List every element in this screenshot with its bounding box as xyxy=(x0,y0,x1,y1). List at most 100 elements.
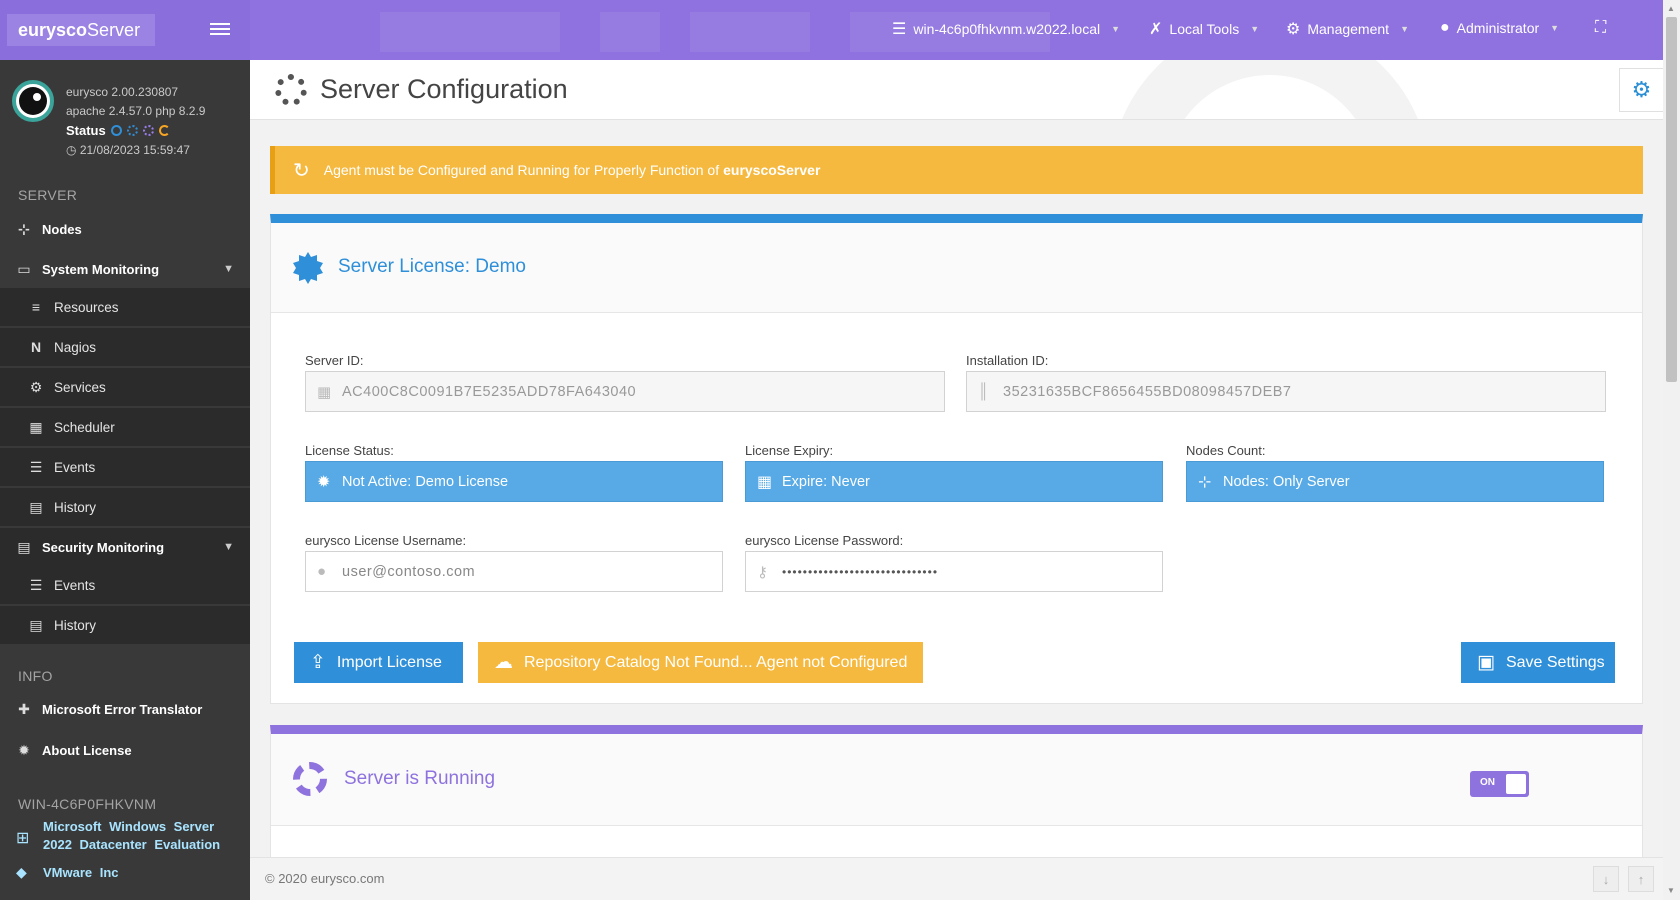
scroll-up-button[interactable]: ↑ xyxy=(1628,866,1654,892)
scroll-up-arrow-icon[interactable]: ▲ xyxy=(1667,4,1675,13)
list-icon: ☰ xyxy=(29,576,43,593)
vendor-info: VMware Inc xyxy=(43,865,119,880)
refresh-icon: ↻ xyxy=(293,159,310,182)
agent-alert: ↻ Agent must be Configured and Running f… xyxy=(270,146,1643,194)
import-license-button[interactable]: ⇪ Import License xyxy=(294,642,463,683)
navbar-decoration xyxy=(690,12,810,52)
barcode-icon: ║ xyxy=(978,383,990,400)
navbar-decoration xyxy=(380,12,560,52)
calendar-icon: ▦ xyxy=(29,418,43,435)
save-settings-button[interactable]: ▣ Save Settings xyxy=(1461,642,1615,683)
installation-id-label: Installation ID: xyxy=(966,353,1049,368)
server-running-toggle[interactable]: ON xyxy=(1470,771,1529,797)
administrator-dropdown[interactable]: ● Administrator ▼ xyxy=(1440,19,1559,37)
host-dropdown[interactable]: ☰ win-4c6p0fhkvnm.w2022.local ▼ xyxy=(892,19,1120,39)
toggle-label: ON xyxy=(1480,777,1495,788)
server-id-label: Server ID: xyxy=(305,353,364,368)
management-dropdown[interactable]: ⚙ Management ▼ xyxy=(1286,19,1409,39)
status-label: Status xyxy=(66,123,106,138)
gear-icon: ⚙ xyxy=(1631,77,1652,102)
save-icon: ▣ xyxy=(1477,652,1495,673)
caret-down-icon: ▼ xyxy=(1250,24,1260,34)
sitemap-icon: ⊹ xyxy=(1198,474,1212,491)
server-section-heading: SERVER xyxy=(18,187,78,203)
sidebar-item-nodes[interactable]: ⊹ Nodes xyxy=(0,210,250,248)
chevron-down-icon: ▼ xyxy=(223,541,234,553)
scroll-down-arrow-icon[interactable]: ▼ xyxy=(1667,886,1675,895)
sidebar-item-events[interactable]: ☰ Events xyxy=(0,448,250,486)
fullscreen-icon: ⛶ xyxy=(1595,19,1607,36)
running-panel-header: Server is Running ON xyxy=(271,734,1642,826)
clipboard-plus-icon: ✚ xyxy=(18,700,30,717)
license-panel-header: Server License: Demo xyxy=(271,223,1642,313)
user-icon: ● xyxy=(317,563,327,580)
calendar-icon: ▦ xyxy=(757,474,773,491)
sidebar: euryscoServer eurysco 2.00.230807 apache… xyxy=(0,0,250,900)
book-icon: ▤ xyxy=(29,498,43,515)
sidebar-item-nagios[interactable]: N Nagios xyxy=(0,328,250,366)
fullscreen-button[interactable]: ⛶ xyxy=(1595,19,1606,37)
status-target-icon[interactable] xyxy=(110,125,122,136)
page-scrollbar[interactable]: ▲ ▼ xyxy=(1663,0,1680,900)
running-panel-title: Server is Running xyxy=(344,768,496,789)
brand-bar: euryscoServer xyxy=(0,0,250,60)
caret-down-icon: ▼ xyxy=(1400,24,1409,34)
sidebar-item-services[interactable]: ⚙ Services xyxy=(0,368,250,406)
nagios-icon: N xyxy=(30,339,42,355)
local-tools-dropdown[interactable]: ✗ Local Tools ▼ xyxy=(1149,19,1259,39)
license-status-label: License Status: xyxy=(305,443,394,458)
sidebar-item-security-history[interactable]: ▤ History xyxy=(0,606,250,644)
book-icon: ▤ xyxy=(29,616,43,633)
gears-icon: ⚙ xyxy=(1286,21,1301,38)
sidebar-item-resources[interactable]: ≡ Resources xyxy=(0,288,250,326)
tag-icon: ◆ xyxy=(16,864,27,880)
stack-text: apache 2.4.57.0 php 8.2.9 xyxy=(66,104,206,118)
sidebar-item-scheduler[interactable]: ▦ Scheduler xyxy=(0,408,250,446)
scroll-down-button[interactable]: ↓ xyxy=(1593,866,1619,892)
settings-gear-button[interactable]: ⚙ xyxy=(1619,68,1663,112)
status-ring-icon[interactable] xyxy=(126,125,138,136)
sidebar-item-error-translator[interactable]: ✚ Microsoft Error Translator xyxy=(0,690,250,728)
status-row: Status xyxy=(66,123,170,138)
server-icon: ☰ xyxy=(892,21,907,38)
qrcode-icon: ▦ xyxy=(317,384,332,401)
caret-down-icon: ▼ xyxy=(1550,23,1560,33)
scrollbar-thumb[interactable] xyxy=(1666,17,1677,382)
datetime-text: ◷ 21/08/2023 15:59:47 xyxy=(66,143,190,157)
certificate-badge-icon xyxy=(293,252,323,284)
hamburger-menu-icon[interactable] xyxy=(210,20,230,38)
brand-logo[interactable]: euryscoServer xyxy=(7,14,155,46)
sidebar-item-security-monitoring[interactable]: ▤ Security Monitoring ▼ xyxy=(0,528,250,566)
windows-icon: ⊞ xyxy=(16,830,30,847)
list-icon: ☰ xyxy=(29,458,43,475)
password-input[interactable]: ⚷ •••••••••••••••••••••••••••••• xyxy=(745,551,1163,592)
monitor-icon: ▭ xyxy=(17,260,31,277)
os-info: Microsoft Windows Server 2022 Datacenter … xyxy=(43,819,221,852)
sidebar-item-system-monitoring[interactable]: ▭ System Monitoring ▼ xyxy=(0,250,250,288)
gear-icon: ⚙ xyxy=(29,378,43,395)
status-dots-icon[interactable] xyxy=(142,125,154,136)
table-icon: ▤ xyxy=(17,538,31,555)
badge-icon: ✹ xyxy=(18,741,30,758)
server-stack-icon: ≡ xyxy=(31,299,41,315)
server-license-panel: Server License: Demo Server ID: ▦ AC400C8… xyxy=(270,214,1643,704)
sidebar-item-history[interactable]: ▤ History xyxy=(0,488,250,526)
clock-icon: ◷ xyxy=(66,143,80,157)
sidebar-item-security-events[interactable]: ☰ Events xyxy=(0,566,250,604)
repository-catalog-button[interactable]: ☁ Repository Catalog Not Found... Agent n… xyxy=(478,642,923,683)
arrow-up-icon: ↑ xyxy=(1637,871,1645,887)
spinner-icon xyxy=(275,74,307,106)
server-profile: eurysco 2.00.230807 apache 2.4.57.0 php … xyxy=(0,60,250,175)
username-input[interactable]: ● user@contoso.com xyxy=(305,551,723,592)
chevron-down-icon: ▼ xyxy=(223,263,234,275)
header-decoration xyxy=(1110,60,1430,119)
sidebar-item-about-license[interactable]: ✹ About License xyxy=(0,731,250,769)
status-refresh-icon[interactable] xyxy=(158,125,170,136)
license-expiry-field: ▦ Expire: Never xyxy=(745,461,1163,502)
host-section-heading: WIN-4C6P0FHKVNM xyxy=(18,796,157,812)
toggle-knob xyxy=(1506,774,1526,794)
cloud-download-icon: ☁ xyxy=(494,652,513,673)
nodes-count-label: Nodes Count: xyxy=(1186,443,1266,458)
top-navbar: ☰ win-4c6p0fhkvnm.w2022.local ▼ ✗ Local Too… xyxy=(250,0,1663,60)
footer: © 2020 eurysco.com ↓ ↑ xyxy=(250,857,1663,900)
